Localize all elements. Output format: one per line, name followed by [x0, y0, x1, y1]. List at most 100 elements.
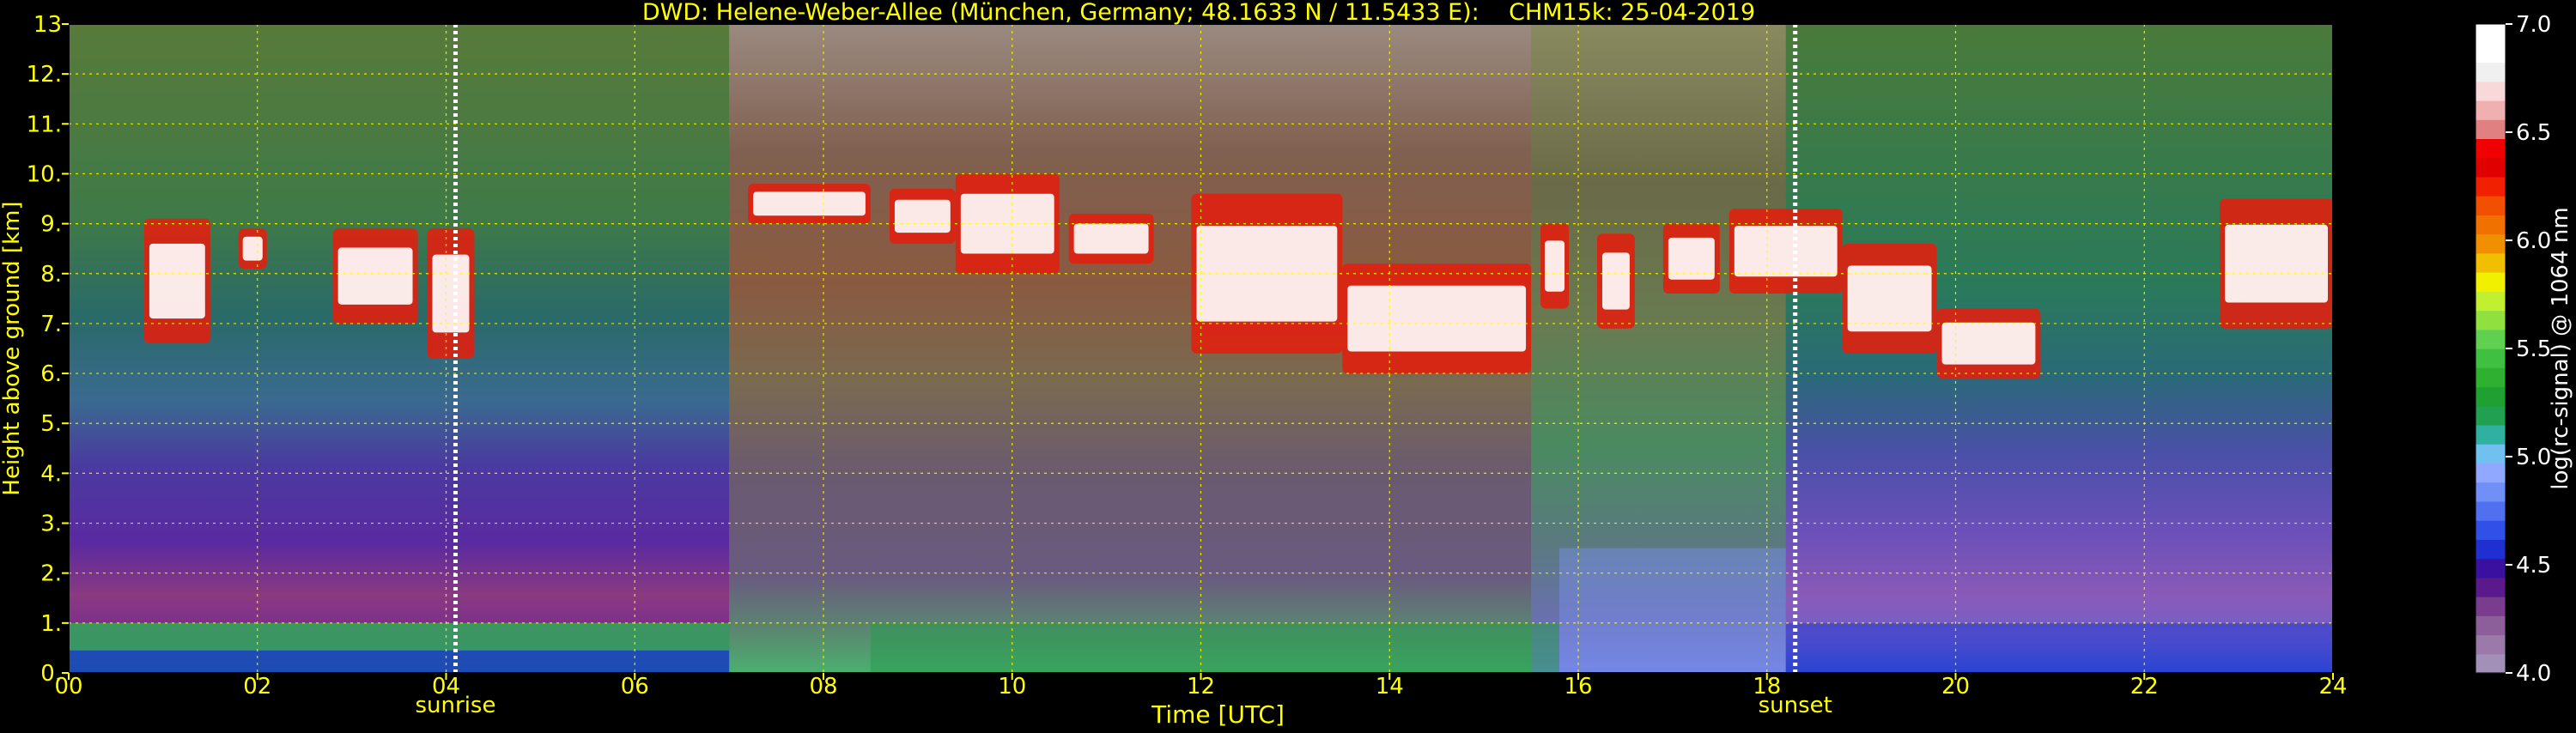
colorbar-cell — [2476, 81, 2506, 101]
colorbar-tick-label: 4.0 — [2516, 661, 2551, 687]
y-tick-label: 8. — [40, 262, 62, 288]
x-tick-label: 06 — [621, 674, 649, 700]
y-tick-label: 11. — [27, 112, 62, 137]
colorbar-cell — [2476, 252, 2506, 273]
colorbar-cell — [2476, 577, 2506, 597]
colorbar-cell — [2476, 539, 2506, 560]
chart-title: DWD: Helene-Weber-Allee (München, German… — [642, 0, 1755, 26]
x-tick-label: 16 — [1564, 674, 1592, 700]
x-axis: 00 02 04 06 08 10 12 14 16 18 20 22 24Time [UTC] — [54, 673, 2348, 729]
colorbar-label: log(rc-signal) @ 1064 nm — [2548, 207, 2573, 489]
cloud-layer-core — [894, 199, 951, 233]
cloud-layer — [238, 228, 267, 269]
chart-svg: sunrise sunset00 02 04 06 08 10 12 14 16 18 20 22 24T… — [0, 0, 2573, 729]
y-tick-label: 12. — [27, 62, 62, 88]
cloud-layer-core — [242, 236, 263, 261]
x-tick-label: 08 — [809, 674, 837, 700]
boundary-layer-base — [69, 650, 730, 673]
colorbar: 4.0 4.5 5.0 5.5 6.0 6.5 7.0 log(rc-signal) @ 10… — [2475, 12, 2573, 687]
cloud-layer — [1342, 264, 1532, 374]
cloud-layer-core — [2225, 224, 2328, 303]
colorbar-tick-label: 5.0 — [2516, 445, 2551, 470]
colorbar-cell — [2476, 272, 2506, 292]
y-tick-label: 0. — [40, 661, 62, 687]
colorbar-tick-label: 5.5 — [2516, 336, 2551, 362]
y-tick-label: 4. — [40, 461, 62, 487]
cloud-layer-core — [337, 247, 413, 305]
y-tick-label: 7. — [40, 312, 62, 337]
y-tick-label: 9. — [40, 212, 62, 238]
boundary-layer-day — [870, 622, 1560, 673]
cloud-layer — [1596, 233, 1635, 329]
colorbar-cell — [2476, 463, 2506, 483]
x-tick-label: 10 — [998, 674, 1026, 700]
y-tick-label: 1. — [40, 611, 62, 637]
colorbar-cell — [2476, 444, 2506, 464]
colorbar-cell — [2476, 138, 2506, 159]
y-tick-label: 6. — [40, 361, 62, 387]
colorbar-cell — [2476, 215, 2506, 235]
colorbar-cell — [2476, 520, 2506, 540]
colorbar-cell — [2476, 482, 2506, 502]
colorbar-cell — [2476, 329, 2506, 349]
colorbar-tick-label: 6.0 — [2516, 228, 2551, 254]
colorbar-tick-label: 7.0 — [2516, 12, 2551, 38]
x-tick-label: 12 — [1187, 674, 1215, 700]
colorbar-cell — [2476, 386, 2506, 407]
colorbar-cell — [2476, 233, 2506, 254]
cloud-layer — [1936, 308, 2041, 379]
background-field-0 — [69, 24, 730, 673]
colorbar-cell — [2476, 558, 2506, 579]
y-tick-label: 3. — [40, 512, 62, 537]
cloud-layer — [427, 228, 475, 359]
cloud-layer — [1842, 243, 1937, 354]
cloud-layer-core — [1941, 322, 2036, 365]
background-field-1 — [729, 24, 938, 673]
colorbar-cell — [2476, 424, 2506, 445]
x-tick-label: 20 — [1941, 674, 1970, 700]
lidar-quicklook-chart: sunrise sunset 00 02 04 06 08 10 12 14 16 18 20 22 24 T… — [0, 0, 2576, 730]
cloud-layer-core — [1734, 225, 1838, 277]
colorbar-cell — [2476, 500, 2506, 521]
cloud-layer-core — [149, 243, 205, 319]
cloud-layer-core — [960, 193, 1054, 254]
colorbar-cell — [2476, 634, 2506, 655]
x-tick-label: 14 — [1376, 674, 1404, 700]
cloud-layer — [748, 184, 871, 224]
colorbar-cell — [2476, 653, 2506, 674]
y-axis-label: Height above ground [km] — [0, 201, 25, 495]
colorbar-cell — [2476, 119, 2506, 140]
boundary-layer-evening — [1785, 622, 2333, 673]
cloud-layer — [1540, 223, 1570, 309]
colorbar-cell — [2476, 310, 2506, 330]
x-tick-label: 02 — [243, 674, 271, 700]
colorbar-cell — [2476, 100, 2506, 120]
colorbar-cell — [2476, 405, 2506, 426]
x-tick-label: 04 — [432, 674, 460, 700]
cloud-layer-core — [432, 254, 470, 333]
y-tick-label: 10. — [27, 161, 62, 187]
x-tick-label: 22 — [2130, 674, 2159, 700]
cloud-layer-core — [1847, 265, 1932, 332]
cloud-layer-core — [1601, 252, 1630, 310]
colorbar-tick-label: 4.5 — [2516, 553, 2551, 579]
colorbar-cell — [2476, 615, 2506, 636]
colorbar-cell — [2476, 176, 2506, 197]
cloud-layer — [2220, 198, 2333, 329]
y-tick-label: 5. — [40, 411, 62, 437]
colorbar-cell — [2476, 348, 2506, 368]
cloud-layer-core — [1544, 240, 1565, 292]
colorbar-tick-label: 6.5 — [2516, 120, 2551, 146]
x-axis-label: Time [UTC] — [1151, 700, 1285, 729]
colorbar-cell — [2476, 24, 2506, 44]
cloud-layer-core — [753, 191, 866, 216]
cloud-layer — [332, 228, 418, 324]
cloud-layer-core — [1073, 223, 1149, 254]
y-axis: 0. 1. 2. 3. 4. 5. 6. 7. 8. 9. 10. 11. 12. 13 Height ab… — [0, 12, 69, 687]
cloud-layer — [1728, 209, 1843, 294]
x-tick-label: 18 — [1753, 674, 1781, 700]
colorbar-cell — [2476, 62, 2506, 82]
colorbar-cell — [2476, 367, 2506, 388]
x-tick-label: 24 — [2318, 674, 2347, 700]
y-tick-label: 13 — [33, 12, 62, 38]
